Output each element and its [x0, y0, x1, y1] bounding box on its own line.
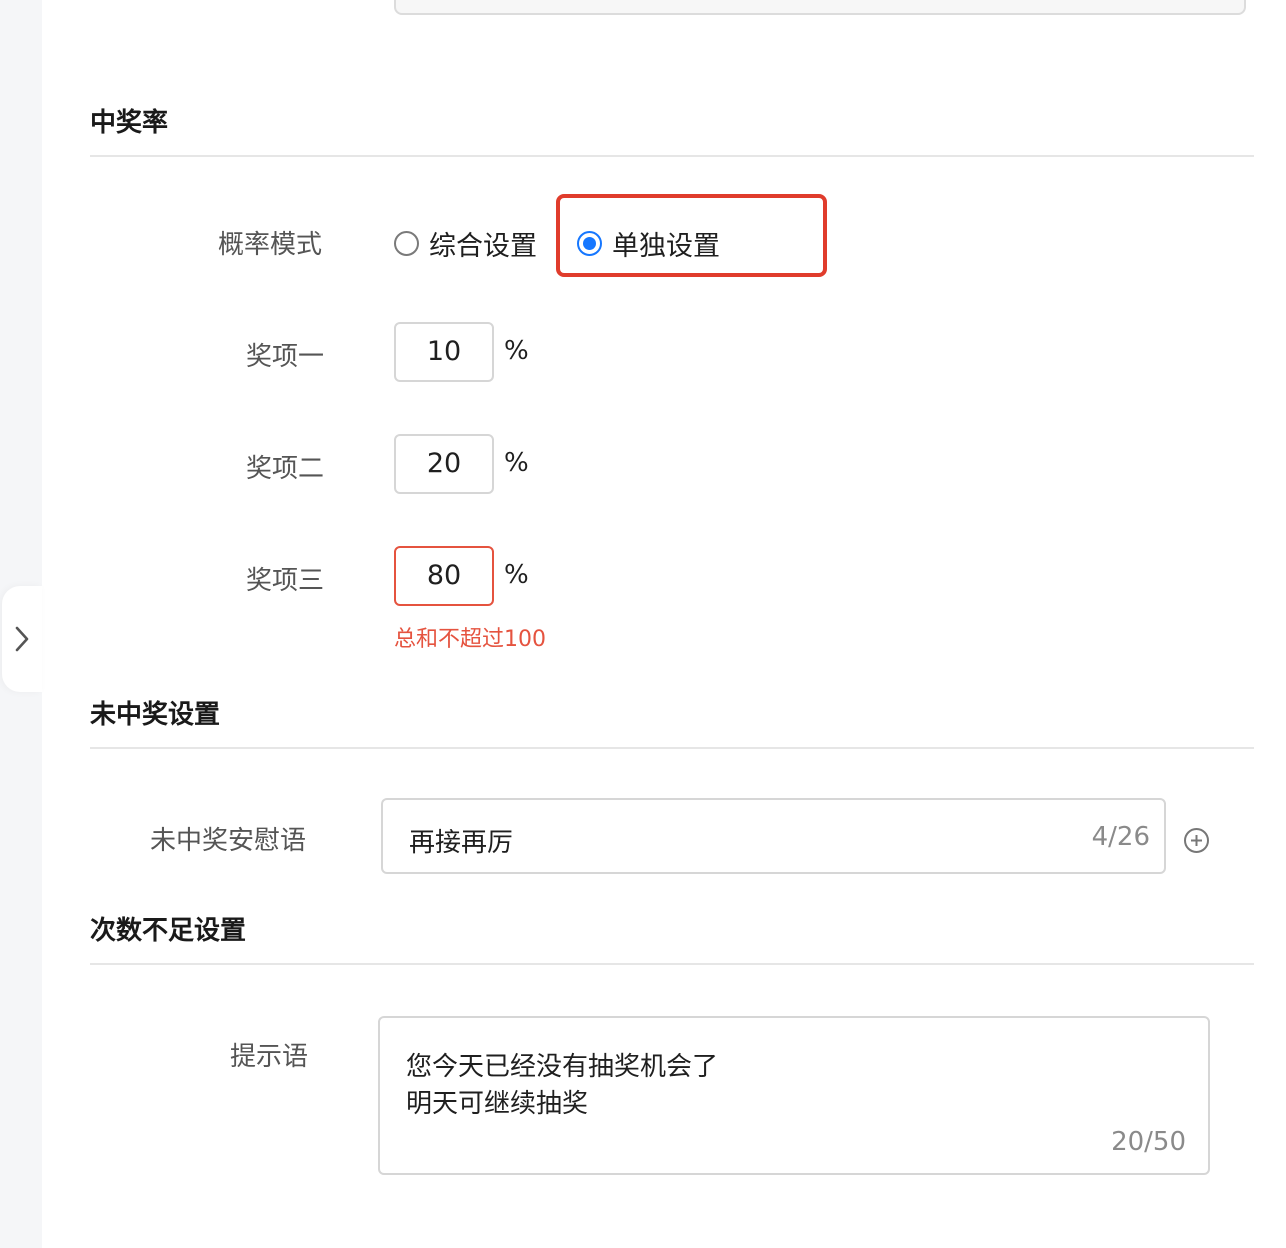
- consolation-input[interactable]: 再接再厉 4/26: [381, 798, 1166, 874]
- mode-label: 概率模式: [218, 230, 323, 260]
- prize-1-label: 奖项一: [246, 342, 325, 372]
- section-title-win-rate: 中奖率: [90, 108, 169, 138]
- add-circle-icon[interactable]: [1183, 827, 1210, 854]
- prize-3-label: 奖项三: [246, 566, 325, 596]
- prize-2-unit: %: [504, 448, 529, 478]
- radio-label: 综合设置: [429, 231, 537, 262]
- prompt-line-2: 明天可继续抽奖: [406, 1089, 589, 1119]
- radio-circle-icon: [394, 231, 419, 256]
- prompt-line-1: 您今天已经没有抽奖机会了: [406, 1052, 719, 1082]
- prize-3-input[interactable]: 80: [394, 546, 494, 606]
- error-message: 总和不超过100: [394, 627, 546, 652]
- prompt-textarea[interactable]: 您今天已经没有抽奖机会了 明天可继续抽奖 20/50: [378, 1016, 1210, 1175]
- prize-2-label: 奖项二: [246, 454, 325, 484]
- consolation-value: 再接再厉: [409, 828, 514, 858]
- char-counter: 4/26: [1091, 822, 1150, 852]
- prize-1-input[interactable]: 10: [394, 322, 494, 382]
- top-input-box[interactable]: [394, 0, 1246, 15]
- prize-1-unit: %: [504, 336, 529, 366]
- chevron-right-icon: [15, 626, 29, 652]
- sidebar-toggle[interactable]: [2, 586, 42, 692]
- prompt-label: 提示语: [230, 1042, 309, 1072]
- section-title-insufficient: 次数不足设置: [90, 916, 247, 946]
- section-title-no-win: 未中奖设置: [90, 700, 221, 730]
- prize-2-input[interactable]: 20: [394, 434, 494, 494]
- char-counter: 20/50: [1111, 1127, 1186, 1157]
- divider: [90, 155, 1254, 157]
- divider: [90, 747, 1254, 749]
- divider: [90, 963, 1254, 965]
- prize-3-unit: %: [504, 560, 529, 590]
- radio-combined[interactable]: 综合设置: [394, 224, 537, 263]
- highlight-annotation: [556, 194, 827, 277]
- consolation-label: 未中奖安慰语: [150, 826, 307, 856]
